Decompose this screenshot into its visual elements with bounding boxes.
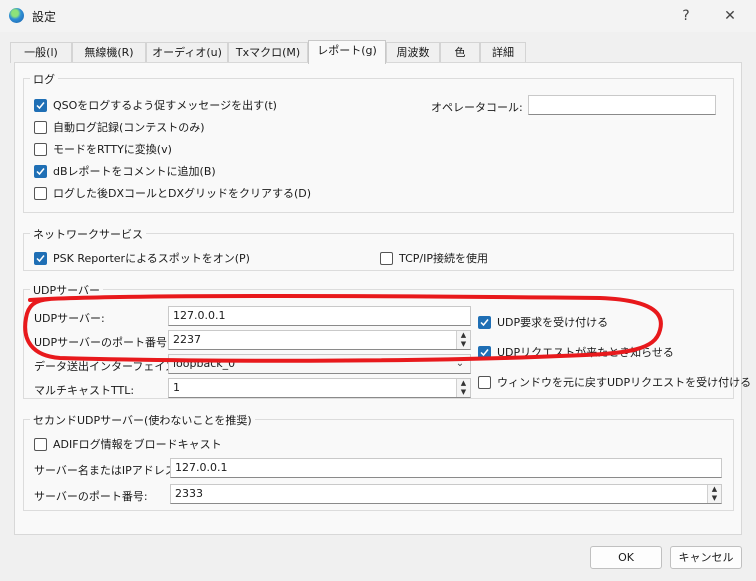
tcpip-checkbox[interactable]: TCP/IP接続を使用 (380, 250, 488, 266)
spin-down-icon[interactable]: ▼ (457, 388, 470, 397)
adif-broadcast-checkbox[interactable]: ADIFログ情報をブロードキャスト (34, 436, 222, 452)
tab-radio[interactable]: 無線機(R) (72, 42, 146, 63)
mode-rtty-checkbox[interactable]: モードをRTTYに変換(v) (34, 141, 172, 157)
prompt-qso-checkbox[interactable]: QSOをログするよう促すメッセージを出す(t) (34, 97, 277, 113)
tab-strip: 一般(l) 無線機(R) オーディオ(u) Txマクロ(M) レポート(g) 周… (10, 40, 746, 64)
window-title: 設定 (32, 10, 57, 24)
auto-log-checkbox[interactable]: 自動ログ記録(コンテストのみ) (34, 119, 205, 135)
app-globe-icon (9, 8, 24, 23)
ok-button[interactable]: OK (590, 546, 662, 569)
secondary-server-label: サーバー名またはIPアドレス: (34, 464, 180, 477)
checkbox-icon (34, 186, 47, 200)
settings-window: 設定 ? ✕ 一般(l) 無線機(R) オーディオ(u) Txマクロ(M) レポ… (0, 0, 756, 581)
secondary-port-label: サーバーのポート番号: (34, 490, 148, 503)
operator-call-label: オペレータコール: (431, 101, 523, 114)
chevron-down-icon: ⌄ (455, 358, 465, 369)
udp-port-spinbox[interactable]: 2237 ▲ ▼ (168, 330, 471, 350)
operator-call-input[interactable] (528, 95, 716, 115)
log-group: ログ QSOをログするよう促すメッセージを出す(t) オペレータコール: 自動ロ… (23, 71, 734, 213)
ttl-label: マルチキャストTTL: (34, 384, 135, 397)
notify-udp-checkbox[interactable]: UDPリクエストが来たとき知らせる (478, 344, 674, 360)
db-report-checkbox[interactable]: dBレポートをコメントに追加(B) (34, 163, 216, 179)
checkbox-icon (34, 164, 47, 178)
iface-dropdown[interactable]: loopback_0 ⌄ (168, 354, 471, 374)
tab-advanced[interactable]: 詳細 (480, 42, 526, 63)
secondary-port-spinbox[interactable]: 2333 ▲ ▼ (170, 484, 722, 504)
spin-up-icon[interactable]: ▲ (457, 331, 470, 340)
title-bar: 設定 ? ✕ (0, 0, 756, 32)
tab-frequencies[interactable]: 周波数 (386, 42, 440, 63)
spin-buttons[interactable]: ▲ ▼ (456, 379, 470, 397)
checkbox-icon (34, 142, 47, 156)
restore-window-checkbox[interactable]: ウィンドウを元に戻すUDPリクエストを受け付ける (478, 374, 751, 390)
checkbox-icon (478, 345, 491, 359)
tab-tx-macros[interactable]: Txマクロ(M) (228, 42, 308, 63)
psk-reporter-checkbox[interactable]: PSK Reporterによるスポットをオン(P) (34, 250, 250, 266)
checkbox-icon (34, 251, 47, 265)
checkbox-icon (34, 98, 47, 112)
ttl-spinbox[interactable]: 1 ▲ ▼ (168, 378, 471, 398)
iface-label: データ送出インターフェイス: (34, 360, 180, 373)
udp-server-input[interactable]: 127.0.0.1 (168, 306, 471, 326)
udp-group: UDPサーバー UDPサーバー: 127.0.0.1 UDPサーバーのポート番号… (23, 282, 751, 399)
spin-up-icon[interactable]: ▲ (708, 485, 721, 494)
close-button[interactable]: ✕ (710, 4, 750, 28)
tab-general[interactable]: 一般(l) (10, 42, 72, 63)
checkbox-icon (380, 251, 393, 265)
udp-group-title: UDPサーバー (30, 282, 104, 298)
network-group-title: ネットワークサービス (30, 226, 146, 242)
spin-up-icon[interactable]: ▲ (457, 379, 470, 388)
cancel-button[interactable]: キャンセル (670, 546, 742, 569)
tab-colors[interactable]: 色 (440, 42, 480, 63)
checkbox-icon (34, 120, 47, 134)
checkbox-icon (478, 315, 491, 329)
checkbox-icon (478, 375, 491, 389)
udp-server-label: UDPサーバー: (34, 312, 105, 325)
reporting-page: ログ QSOをログするよう促すメッセージを出す(t) オペレータコール: 自動ロ… (14, 62, 751, 535)
tab-audio[interactable]: オーディオ(u) (146, 42, 228, 63)
clear-dx-checkbox[interactable]: ログした後DXコールとDXグリッドをクリアする(D) (34, 185, 311, 201)
spin-down-icon[interactable]: ▼ (457, 340, 470, 349)
accept-udp-checkbox[interactable]: UDP要求を受け付ける (478, 314, 608, 330)
spin-buttons[interactable]: ▲ ▼ (707, 485, 721, 503)
network-group: ネットワークサービス PSK Reporterによるスポットをオン(P) TCP… (23, 226, 734, 271)
spin-buttons[interactable]: ▲ ▼ (456, 331, 470, 349)
tab-reporting[interactable]: レポート(g) (308, 40, 386, 64)
secondary-server-input[interactable]: 127.0.0.1 (170, 458, 722, 478)
checkbox-icon (34, 437, 47, 451)
spin-down-icon[interactable]: ▼ (708, 494, 721, 503)
secondary-udp-group-title: セカンドUDPサーバー(使わないことを推奨) (30, 412, 255, 428)
secondary-udp-group: セカンドUDPサーバー(使わないことを推奨) ADIFログ情報をブロードキャスト… (23, 412, 734, 511)
help-button[interactable]: ? (666, 4, 706, 28)
log-group-title: ログ (30, 71, 58, 87)
udp-port-label: UDPサーバーのポート番号: (34, 336, 171, 349)
